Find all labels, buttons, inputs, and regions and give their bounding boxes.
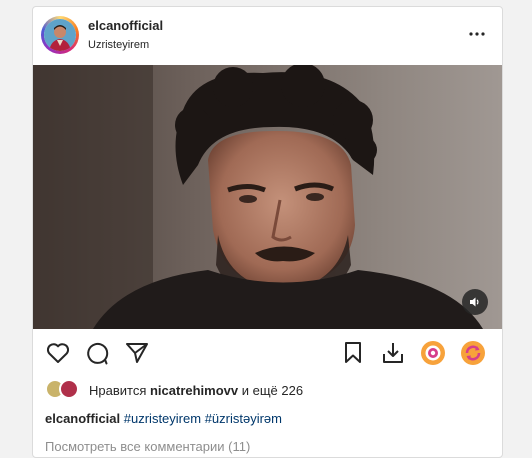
extension-orange-icon[interactable] [420, 340, 446, 366]
likes-text: Нравится nicatrehimovv и ещё 226 [89, 383, 303, 398]
post-subtitle[interactable]: Uzristeyirem [88, 39, 149, 51]
likes-row: Нравится nicatrehimovv и ещё 226 [45, 379, 485, 401]
avatar[interactable] [41, 16, 79, 54]
speaker-icon[interactable] [462, 289, 488, 315]
liker-avatar[interactable] [59, 379, 79, 399]
likes-prefix: Нравится [89, 383, 150, 398]
download-icon[interactable] [380, 340, 406, 366]
post-card: elcanofficial Uzristeyirem Нравится nica… [32, 6, 503, 458]
extension-orange-refresh-icon[interactable] [460, 340, 486, 366]
comment-icon[interactable] [84, 340, 110, 366]
send-icon[interactable] [124, 340, 150, 366]
hashtag-link[interactable]: #üzristəyirəm [205, 411, 282, 426]
post-header: elcanofficial Uzristeyirem [33, 7, 502, 64]
hashtag-link[interactable]: #uzristeyirem [124, 411, 201, 426]
caption: elcanofficial #uzristeyirem #üzristəyirə… [45, 411, 282, 426]
bookmark-icon[interactable] [340, 340, 366, 366]
action-bar [33, 329, 502, 375]
post-video[interactable] [33, 65, 502, 329]
more-options-icon[interactable] [466, 24, 488, 44]
avatar-image [44, 19, 76, 51]
heart-icon[interactable] [45, 340, 71, 366]
likes-suffix[interactable]: и ещё 226 [238, 383, 303, 398]
view-comments-link[interactable]: Посмотреть все комментарии (11) [45, 439, 250, 454]
caption-username[interactable]: elcanofficial [45, 411, 120, 426]
post-username[interactable]: elcanofficial [88, 18, 163, 33]
likes-user-link[interactable]: nicatrehimovv [150, 383, 238, 398]
